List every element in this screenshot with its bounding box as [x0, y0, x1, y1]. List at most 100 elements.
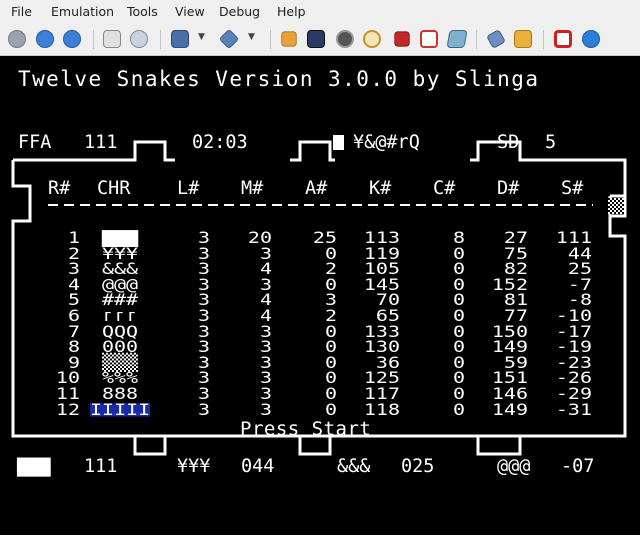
p1-score: 111 — [84, 456, 118, 477]
game-title: Twelve Snakes Version 3.0.0 by Slinga — [18, 67, 540, 91]
player-tag: ¥&@#rQ — [353, 132, 420, 153]
cell-length-1: 3 — [197, 227, 210, 247]
pause-icon[interactable] — [36, 30, 54, 48]
header-length: L# — [177, 178, 200, 199]
cell-rank-1: 1 — [67, 227, 80, 247]
menu-file[interactable]: File — [11, 4, 32, 19]
clock-icon[interactable] — [363, 30, 381, 48]
monitor-icon[interactable] — [307, 30, 325, 48]
mode-value: 111 — [84, 132, 118, 153]
cell-c-1: 8 — [452, 227, 465, 247]
fullscreen-icon[interactable] — [420, 30, 438, 48]
chevron-down-icon[interactable]: ▼ — [198, 33, 206, 42]
cell-length-12: 3 — [197, 398, 210, 419]
cell-a-12: 0 — [324, 398, 337, 419]
cell-rank-6: 6 — [67, 305, 80, 325]
menu-tools[interactable]: Tools — [127, 4, 158, 19]
settings-icon[interactable] — [281, 31, 297, 47]
timer: 02:03 — [192, 132, 248, 153]
cell-c-11: 0 — [452, 383, 465, 403]
col-rank: 1 2 3 4 5 6 7 8 9 10 11 12 — [50, 227, 80, 419]
power-icon[interactable] — [554, 30, 572, 48]
col-kills: 113 119 105 145 70 65 133 130 36 125 117 118 — [350, 227, 400, 419]
header-deaths: D# — [497, 178, 520, 199]
cell-deaths-11: 146 — [491, 383, 528, 403]
col-m: 20 3 4 3 4 4 3 3 3 3 3 3 — [240, 227, 272, 419]
cell-length-11: 3 — [197, 383, 210, 403]
tape-icon[interactable] — [218, 28, 240, 50]
load-snapshot-icon[interactable] — [103, 30, 121, 48]
p4-char: @@@ — [497, 456, 531, 477]
speed-value: 5 — [545, 132, 557, 153]
cell-score-12: -31 — [555, 398, 592, 419]
cell-m-6: 4 — [259, 305, 272, 325]
speed-label: SD — [497, 132, 520, 153]
cell-char-11: 888 — [101, 383, 139, 403]
menu-view[interactable]: View — [175, 4, 205, 19]
cell-length-6: 3 — [197, 305, 210, 325]
cell-kills-6: 65 — [375, 305, 400, 325]
p4-score: -07 — [561, 456, 595, 477]
folder-icon[interactable] — [514, 30, 532, 48]
emulator-screen[interactable]: Twelve Snakes Version 3.0.0 by Slinga FF… — [0, 56, 640, 535]
header-char: CHR — [97, 178, 131, 199]
cell-score-1: 111 — [555, 227, 592, 247]
p2-char: ¥¥¥ — [177, 456, 211, 477]
cell-kills-1: 113 — [363, 227, 400, 247]
header-rank: R# — [48, 178, 71, 199]
col-score: 111 44 25 -7 -8 -10 -17 -19 -23 -26 -29 -31 — [540, 227, 592, 419]
header-score: S# — [561, 178, 584, 199]
disk-icon[interactable] — [130, 30, 148, 48]
header-m: M# — [241, 178, 264, 199]
cell-kills-11: 117 — [363, 383, 400, 403]
col-length: 333333333333 — [185, 227, 210, 419]
cell-score-6: -10 — [555, 305, 592, 325]
cell-deaths-12: 149 — [491, 398, 528, 419]
cell-c-6: 0 — [452, 305, 465, 325]
menu-bar: File Emulation Tools View Debug Help — [0, 0, 640, 22]
header-divider — [48, 204, 593, 206]
header-a: A# — [305, 178, 328, 199]
cell-char-1: ▇▇▇ — [101, 227, 139, 247]
cell-a-6: 2 — [324, 305, 337, 325]
col-char: ▇▇▇ ¥¥¥ &&& @@@ ### ᴦᴦᴦ QQQ 000 ▒▒▒%%% 888 IIIII — [90, 227, 151, 419]
reset-icon[interactable] — [63, 30, 81, 48]
back-icon[interactable] — [8, 30, 26, 48]
joystick-icon[interactable] — [486, 29, 506, 49]
p2-score: 044 — [241, 456, 275, 477]
cell-m-11: 3 — [259, 383, 272, 403]
keyboard-icon[interactable] — [446, 30, 468, 48]
cell-c-12: 0 — [452, 398, 465, 419]
p1-char: ▇▇▇ — [17, 456, 51, 477]
col-c: 800000000000 — [440, 227, 465, 419]
press-start-text: Press Start — [240, 418, 372, 440]
cell-kills-12: 118 — [363, 398, 400, 419]
menu-debug[interactable]: Debug — [219, 4, 260, 19]
info-icon[interactable] — [582, 30, 600, 48]
cell-deaths-1: 27 — [503, 227, 528, 247]
menu-emulation[interactable]: Emulation — [51, 4, 114, 19]
p3-score: 025 — [401, 456, 435, 477]
cell-score-11: -29 — [555, 383, 592, 403]
col-a: 25 0 2 0 3 2 0 0 0 0 0 0 — [305, 227, 337, 419]
chevron-down-icon[interactable]: ▼ — [248, 33, 256, 42]
cell-deaths-6: 77 — [503, 305, 528, 325]
toolbar: ▼ ▼ — [0, 22, 640, 56]
cell-char-6: ᴦᴦᴦ — [101, 305, 138, 325]
cell-m-12: 3 — [259, 398, 272, 419]
cell-m-1: 20 — [247, 227, 272, 247]
cell-a-1: 25 — [312, 227, 337, 247]
header-kills: K# — [369, 178, 392, 199]
mode-label: FFA — [18, 132, 52, 153]
col-deaths: 27 75 82 152 81 77 150 149 59 151 146 149 — [480, 227, 528, 419]
chip-icon[interactable] — [394, 31, 410, 47]
cell-char-12: IIIII — [90, 398, 151, 419]
cell-a-11: 0 — [324, 383, 337, 403]
cell-rank-11: 11 — [55, 383, 80, 403]
menu-help[interactable]: Help — [277, 4, 306, 19]
header-c: C# — [433, 178, 456, 199]
eye-icon[interactable] — [336, 30, 354, 48]
save-icon[interactable] — [171, 30, 189, 48]
cell-rank-12: 12 — [55, 398, 80, 419]
p3-char: &&& — [337, 456, 371, 477]
